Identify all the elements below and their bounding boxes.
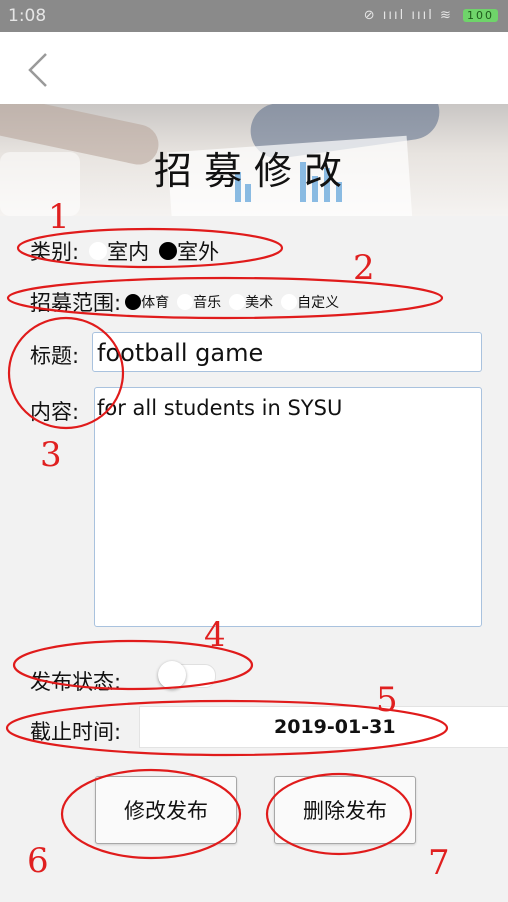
radio-outdoor[interactable] xyxy=(159,242,178,260)
modify-publish-button[interactable]: 修改发布 xyxy=(95,776,237,844)
status-time: 1:08 xyxy=(8,6,47,26)
category-option-label: 室内 xyxy=(107,240,150,264)
deadline-date-field[interactable]: 2019-01-31 xyxy=(139,706,508,748)
scope-option-label: 美术 xyxy=(245,295,274,311)
banner-image: 招募修改 xyxy=(0,104,508,216)
publish-status-label: 发布状态: xyxy=(30,670,122,694)
radio-art[interactable] xyxy=(229,294,246,310)
scope-label: 招募范围: xyxy=(30,291,122,315)
annotation-number-3: 3 xyxy=(40,435,62,475)
deadline-label: 截止时间: xyxy=(30,720,122,744)
radio-sports[interactable] xyxy=(125,294,142,310)
status-icons: ⊘ ıııl ıııl ≋ 100 xyxy=(364,8,498,23)
content-textarea[interactable]: for all students in SYSU xyxy=(94,387,482,627)
category-label: 类别: xyxy=(30,240,80,264)
content-label: 内容: xyxy=(30,400,80,424)
publish-status-toggle[interactable] xyxy=(158,661,216,689)
annotation-number-7: 7 xyxy=(428,843,450,883)
back-arrow-icon[interactable] xyxy=(22,50,56,90)
title-input-value: football game xyxy=(97,339,264,367)
annotation-number-2: 2 xyxy=(353,248,375,288)
battery-icon: 100 xyxy=(463,9,498,22)
content-textarea-value: for all students in SYSU xyxy=(97,396,343,420)
toggle-knob[interactable] xyxy=(158,661,186,689)
radio-indoor[interactable] xyxy=(89,242,108,260)
signal-icons: ⊘ ıııl ıııl ≋ xyxy=(363,8,453,23)
category-row: 类别: 室内 室外 xyxy=(30,236,219,266)
scope-option-label: 自定义 xyxy=(297,295,340,311)
scope-option-music[interactable]: 音乐 xyxy=(177,292,221,312)
scope-option-sports[interactable]: 体育 xyxy=(125,292,169,312)
category-option-outdoor[interactable]: 室外 xyxy=(159,236,219,266)
scope-row: 招募范围: 体育 音乐 美术 自定义 xyxy=(30,287,339,317)
scope-option-label: 音乐 xyxy=(193,295,222,311)
radio-custom[interactable] xyxy=(281,294,298,310)
scope-option-label: 体育 xyxy=(141,295,170,311)
category-option-label: 室外 xyxy=(177,240,220,264)
radio-music[interactable] xyxy=(177,294,194,310)
page-title: 招募修改 xyxy=(153,149,354,193)
title-input[interactable]: football game xyxy=(92,332,482,372)
scope-option-art[interactable]: 美术 xyxy=(229,292,273,312)
annotation-number-6: 6 xyxy=(27,841,49,881)
deadline-date-value: 2019-01-31 xyxy=(274,716,396,738)
app-bar xyxy=(0,32,508,104)
title-label: 标题: xyxy=(30,344,80,368)
delete-publish-button[interactable]: 删除发布 xyxy=(274,776,416,844)
scope-option-custom[interactable]: 自定义 xyxy=(281,292,339,312)
category-option-indoor[interactable]: 室内 xyxy=(89,236,149,266)
status-bar: 1:08 ⊘ ıııl ıııl ≋ 100 xyxy=(0,0,508,32)
